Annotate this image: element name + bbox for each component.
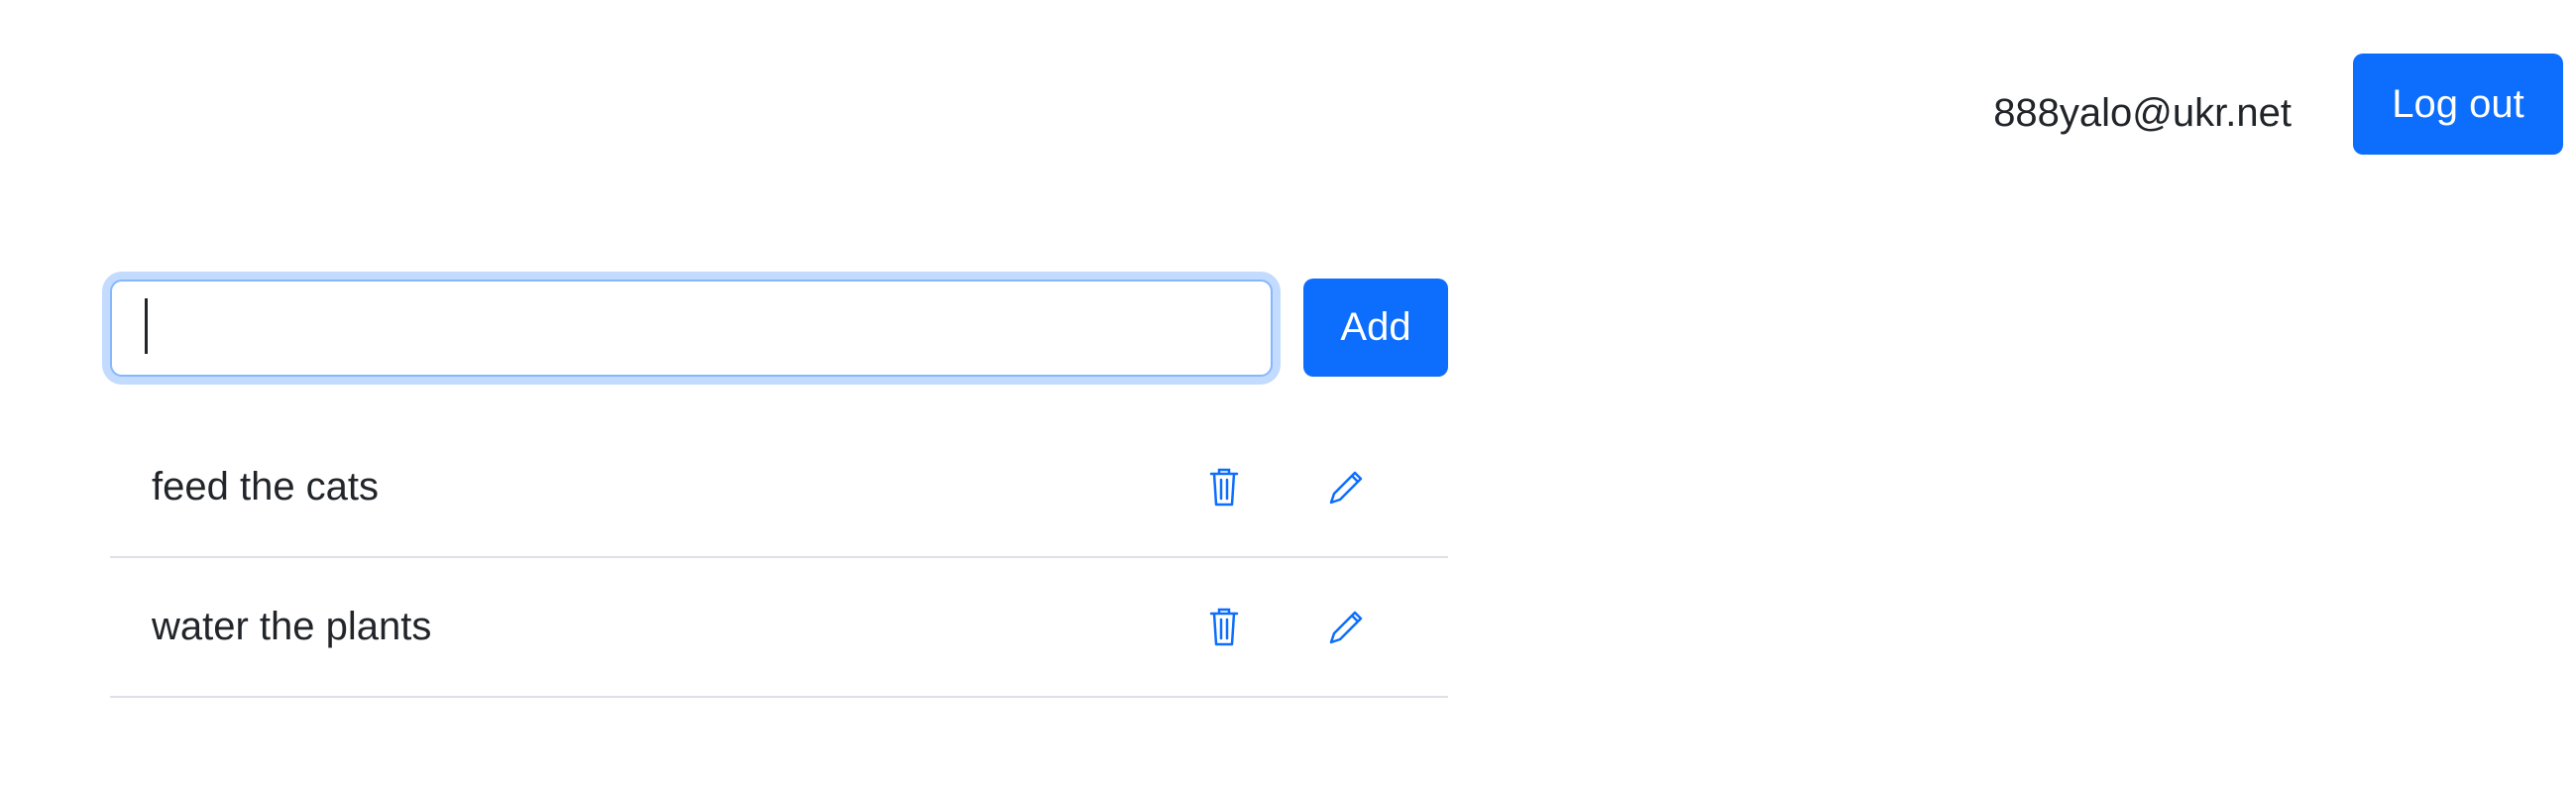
todo-list: feed the cats water the plants (110, 418, 1448, 698)
user-email: 888yalo@ukr.net (1993, 90, 2292, 135)
pencil-icon (1329, 471, 1363, 504)
trash-icon (1209, 608, 1239, 645)
edit-todo-button[interactable] (1316, 598, 1376, 657)
delete-todo-button[interactable] (1194, 598, 1254, 657)
text-caret (145, 298, 148, 354)
todo-item: feed the cats (110, 418, 1448, 558)
todo-area: Add feed the cats water the plants (110, 279, 1448, 698)
pencil-icon (1329, 611, 1363, 643)
header: 888yalo@ukr.net Log out (1993, 54, 2563, 155)
add-button[interactable]: Add (1303, 279, 1448, 377)
edit-todo-button[interactable] (1316, 458, 1376, 517)
logout-button[interactable]: Log out (2353, 54, 2563, 155)
todo-item: water the plants (110, 558, 1448, 698)
new-todo-input[interactable] (110, 279, 1273, 377)
add-todo-form: Add (110, 279, 1448, 377)
delete-todo-button[interactable] (1194, 458, 1254, 517)
trash-icon (1209, 468, 1239, 506)
